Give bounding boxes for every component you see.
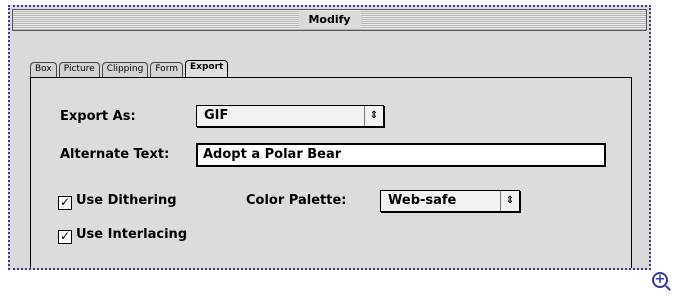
tab-picture[interactable]: Picture	[58, 62, 100, 77]
dialog-frame: Modify Box Picture Clipping Form Export …	[8, 5, 651, 270]
alternate-text-value: Adopt a Polar Bear	[203, 147, 342, 162]
color-palette-value: Web-safe	[388, 193, 457, 208]
dialog-title: Modify	[298, 11, 361, 29]
tab-bar: Box Picture Clipping Form Export	[30, 60, 230, 78]
popup-arrow-icon: ⇕	[364, 106, 383, 126]
export-as-popup[interactable]: GIF ⇕	[196, 105, 384, 127]
color-palette-label: Color Palette:	[246, 193, 347, 208]
color-palette-popup[interactable]: Web-safe ⇕	[380, 190, 520, 212]
alternate-text-label: Alternate Text:	[60, 147, 170, 162]
use-interlacing-label: Use Interlacing	[76, 227, 188, 242]
tab-form[interactable]: Form	[150, 62, 183, 77]
zoom-icon[interactable]: +	[652, 272, 668, 288]
use-interlacing-checkbox[interactable]: ✓	[58, 230, 72, 244]
title-bar[interactable]: Modify	[12, 9, 647, 31]
export-as-value: GIF	[204, 108, 229, 123]
tab-clipping[interactable]: Clipping	[101, 62, 149, 77]
alternate-text-field[interactable]: Adopt a Polar Bear	[196, 143, 606, 167]
tab-box[interactable]: Box	[30, 62, 57, 77]
export-as-label: Export As:	[60, 109, 136, 124]
use-dithering-label: Use Dithering	[76, 193, 177, 208]
tab-export[interactable]: Export	[185, 60, 229, 77]
popup-arrow-icon: ⇕	[500, 191, 519, 211]
use-dithering-checkbox[interactable]: ✓	[58, 196, 72, 210]
